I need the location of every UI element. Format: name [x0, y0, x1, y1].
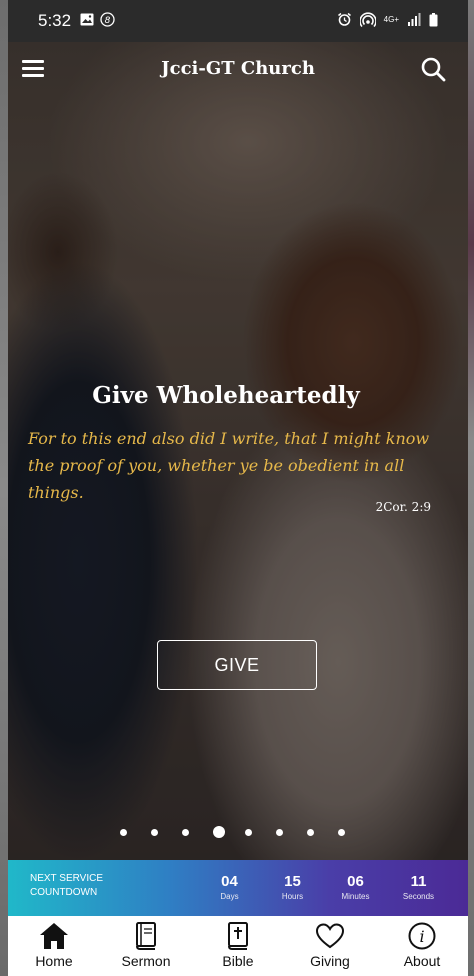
- countdown-unit-label: Minutes: [341, 892, 370, 901]
- countdown-days: 04 Days: [198, 873, 261, 901]
- bottom-navigation: Home Sermon Bible Giving i About: [8, 916, 468, 976]
- nav-item-sermon[interactable]: Sermon: [100, 916, 192, 976]
- status-right-icons: 4G+: [337, 12, 438, 27]
- carousel-dot[interactable]: [276, 828, 283, 836]
- countdown-label: NEXT SERVICE COUNTDOWN: [30, 872, 103, 900]
- countdown-value: 04: [221, 873, 238, 890]
- home-icon: [40, 923, 68, 949]
- signal-4g-icon: [408, 13, 421, 26]
- heart-icon: [315, 923, 345, 949]
- bible-icon: [228, 922, 248, 950]
- nav-label: Bible: [222, 953, 254, 969]
- service-countdown: NEXT SERVICE COUNTDOWN 04 Days 15 Hours …: [8, 860, 468, 916]
- app-title: Jcci-GT Church: [161, 58, 315, 79]
- countdown-unit-label: Seconds: [402, 892, 435, 901]
- nav-label: Sermon: [121, 953, 171, 969]
- slide-reference: 2Cor. 2:9: [375, 500, 431, 514]
- slide-verse: For to this end also did I write, that I…: [28, 429, 430, 502]
- nav-label: Giving: [310, 953, 350, 969]
- search-icon[interactable]: [420, 56, 446, 82]
- background-right-edge: [468, 0, 474, 976]
- hero-slide[interactable]: Jcci-GT Church Give Wholeheartedly For t…: [8, 42, 468, 860]
- nav-item-about[interactable]: i About: [376, 916, 468, 976]
- image-icon: [80, 13, 94, 26]
- hotspot-icon: [359, 12, 376, 27]
- network-type: 4G+: [383, 14, 399, 24]
- carousel-dot[interactable]: [182, 828, 189, 836]
- countdown-minutes: 06 Minutes: [324, 873, 387, 901]
- carousel-dot[interactable]: [120, 828, 127, 836]
- countdown-label-line1: NEXT SERVICE: [30, 873, 103, 884]
- countdown-units: 04 Days 15 Hours 06 Minutes 11 Seconds: [198, 873, 450, 901]
- carousel-dot-active[interactable]: [213, 826, 225, 838]
- countdown-hours: 15 Hours: [261, 873, 324, 901]
- nav-label: About: [403, 953, 441, 969]
- background-left-edge: [0, 0, 8, 976]
- slide-heading: Give Wholeheartedly: [92, 382, 360, 409]
- battery-icon: [429, 12, 438, 26]
- nav-item-home[interactable]: Home: [8, 916, 100, 976]
- nav-item-bible[interactable]: Bible: [192, 916, 284, 976]
- carousel-dot[interactable]: [151, 828, 158, 836]
- svg-text:i: i: [419, 927, 424, 946]
- book-icon: [136, 922, 156, 950]
- s-badge-icon: 8: [100, 12, 115, 27]
- phone-screen: 5:32 8 4G+ Jcci-GT Church Give Wholehear…: [8, 0, 468, 976]
- status-left-icons: 8: [80, 12, 115, 27]
- countdown-value: 15: [284, 873, 301, 890]
- nav-item-giving[interactable]: Giving: [284, 916, 376, 976]
- carousel-indicators: [120, 826, 369, 838]
- countdown-unit-label: Hours: [281, 892, 304, 901]
- carousel-dot[interactable]: [245, 828, 252, 836]
- countdown-value: 06: [347, 873, 364, 890]
- svg-text:8: 8: [105, 16, 111, 26]
- countdown-label-line2: COUNTDOWN: [30, 887, 98, 898]
- carousel-dot[interactable]: [307, 828, 314, 836]
- give-button[interactable]: GIVE: [157, 640, 317, 690]
- alarm-icon: [337, 12, 351, 26]
- status-time: 5:32: [38, 11, 72, 30]
- status-bar: 5:32 8 4G+: [8, 0, 468, 42]
- countdown-seconds: 11 Seconds: [387, 873, 450, 901]
- app-header: Jcci-GT Church: [8, 42, 468, 102]
- info-icon: i: [408, 922, 436, 950]
- countdown-value: 11: [410, 873, 427, 890]
- carousel-dot[interactable]: [338, 828, 345, 836]
- nav-label: Home: [35, 953, 73, 969]
- countdown-unit-label: Days: [220, 892, 239, 901]
